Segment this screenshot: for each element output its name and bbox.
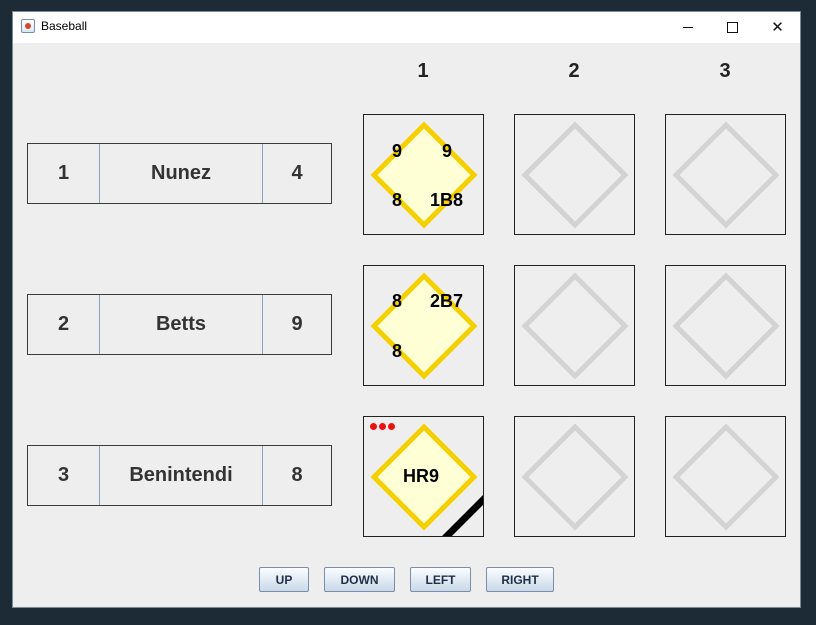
bottom-right-label: 1B8 (430, 190, 464, 210)
java-cup-icon (21, 19, 35, 33)
batter-score: 9 (291, 313, 303, 335)
maximize-button[interactable] (710, 12, 755, 43)
out-dot (370, 423, 377, 430)
diamond-icon (521, 423, 629, 531)
diamond-icon (370, 272, 478, 380)
scorebox-r3-c3[interactable] (665, 416, 786, 537)
scoreboard-area: 1 2 3 1 Nunez 4 2 Betts 9 3 Benintendi 8… (13, 43, 800, 608)
scorebox-r2-c3[interactable] (665, 265, 786, 386)
right-button[interactable]: RIGHT (486, 567, 554, 592)
scorebox-r1-c3[interactable] (665, 114, 786, 235)
batter-name: Betts (100, 295, 263, 354)
out-dot (388, 423, 395, 430)
maximize-icon (727, 22, 738, 33)
batter-row-3[interactable]: 3 Benintendi 8 (27, 445, 332, 506)
column-header-2: 2 (568, 60, 580, 82)
close-button[interactable]: ✕ (755, 12, 800, 43)
batter-score: 4 (291, 162, 303, 184)
batter-name: Benintendi (100, 446, 263, 505)
batter-row-1[interactable]: 1 Nunez 4 (27, 143, 332, 204)
diamond-icon (521, 121, 629, 229)
diamond-icon (672, 272, 780, 380)
out-dot (379, 423, 386, 430)
batter-score: 8 (291, 464, 303, 486)
title-bar[interactable]: Baseball ✕ (13, 12, 800, 43)
up-button[interactable]: UP (259, 567, 309, 592)
scorebox-r2-c2[interactable] (514, 265, 635, 386)
close-icon: ✕ (771, 18, 784, 36)
baseball-window: Baseball ✕ 1 2 3 1 Nunez 4 2 Betts 9 3 B… (12, 11, 801, 608)
top-left-label: 8 (392, 291, 403, 311)
center-label: HR9 (403, 466, 440, 486)
scorebox-r3-c1[interactable]: HR9 (363, 416, 484, 537)
scorebox-r1-c1[interactable]: 9 9 8 1B8 (363, 114, 484, 235)
top-right-label: 2B7 (430, 291, 464, 311)
window-title: Baseball (41, 19, 88, 33)
down-button[interactable]: DOWN (324, 567, 395, 592)
column-header-3: 3 (719, 60, 731, 82)
diamond-icon (370, 121, 478, 229)
batter-row-2[interactable]: 2 Betts 9 (27, 294, 332, 355)
diamond-icon (672, 121, 780, 229)
top-left-label: 9 (392, 141, 403, 161)
left-button[interactable]: LEFT (410, 567, 471, 592)
scorebox-r3-c2[interactable] (514, 416, 635, 537)
column-header-1: 1 (417, 60, 429, 82)
batting-order: 2 (28, 295, 100, 354)
diamond-icon (672, 423, 780, 531)
top-right-label: 9 (442, 141, 453, 161)
batting-order: 3 (28, 446, 100, 505)
bottom-left-label: 8 (392, 190, 403, 210)
scorebox-r1-c2[interactable] (514, 114, 635, 235)
minimize-button[interactable] (665, 12, 710, 43)
diamond-icon (521, 272, 629, 380)
bottom-left-label: 8 (392, 341, 403, 361)
batter-name: Nunez (100, 144, 263, 203)
batting-order: 1 (28, 144, 100, 203)
scorebox-r2-c1[interactable]: 8 2B7 8 (363, 265, 484, 386)
minimize-icon (682, 27, 693, 28)
